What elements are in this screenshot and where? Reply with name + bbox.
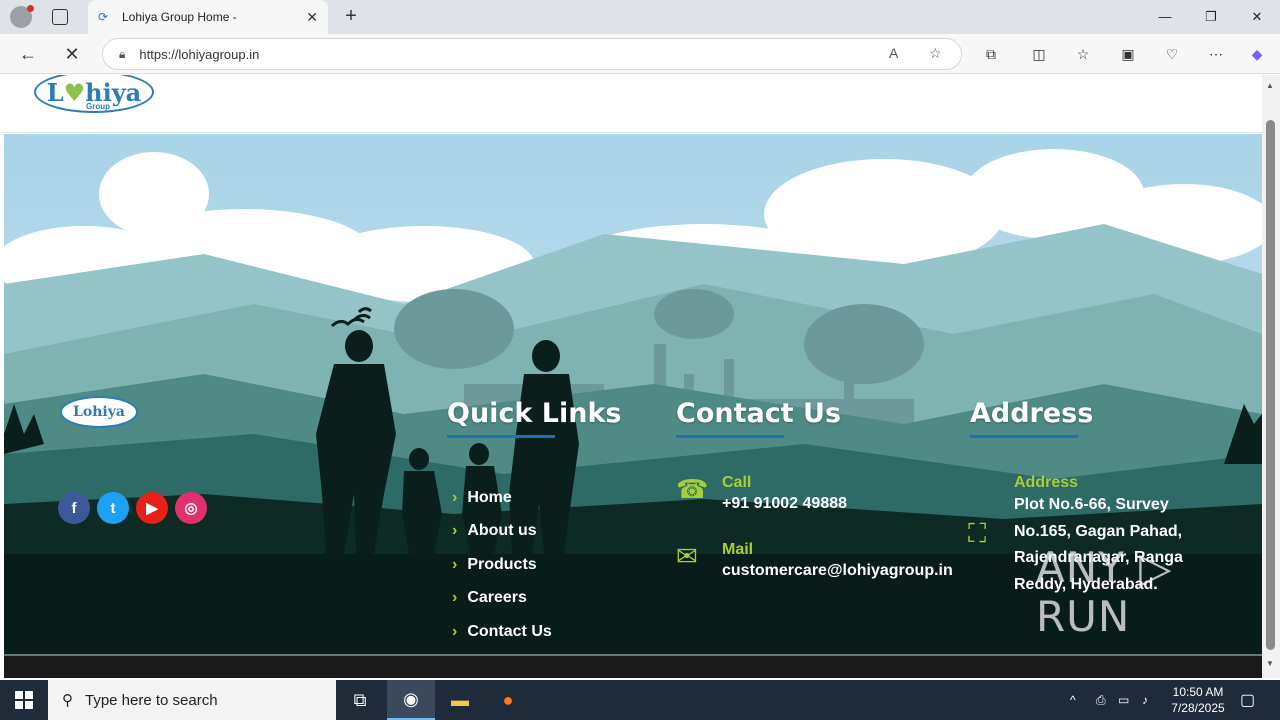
- address-title: Address: [970, 398, 1094, 438]
- quick-link-products[interactable]: › Products: [452, 548, 552, 582]
- scroll-down-icon[interactable]: ▼: [1266, 659, 1274, 668]
- profile-icon[interactable]: [10, 5, 34, 28]
- address-bar-row: ← ✕ 🔒︎ https://lohiyagroup.in A ☆ ⧉ ◫ ☆ …: [0, 34, 1280, 74]
- url-field[interactable]: 🔒︎ https://lohiyagroup.in A ☆: [102, 38, 962, 70]
- search-icon: ⚲: [62, 692, 73, 709]
- read-aloud-icon[interactable]: A: [889, 45, 898, 61]
- call-value[interactable]: +91 91002 49888: [722, 492, 847, 516]
- quick-link-label: Careers: [467, 589, 527, 607]
- start-button[interactable]: [0, 680, 48, 720]
- clock-date: 7/28/2025: [1171, 701, 1225, 715]
- social-links: f t ▶ ◎: [58, 492, 207, 524]
- footer-logo[interactable]: Lohiya: [60, 396, 138, 428]
- browser-essentials-icon[interactable]: ♡: [1162, 44, 1182, 64]
- file-explorer-icon[interactable]: ▬: [436, 680, 484, 720]
- footer-logo-text: Lohiya: [73, 404, 125, 420]
- volume-icon[interactable]: ♪: [1142, 680, 1148, 720]
- call-label: Call: [722, 474, 752, 491]
- quick-link-label: Home: [467, 488, 512, 506]
- browser-tab[interactable]: ⟳ Lohiya Group Home - ✕: [88, 0, 328, 34]
- close-window-icon[interactable]: ✕: [1234, 0, 1280, 34]
- twitter-icon[interactable]: t: [97, 492, 129, 524]
- clock-time: 10:50 AM: [1172, 685, 1224, 699]
- quick-links-title: Quick Links: [447, 398, 622, 438]
- quick-link-home[interactable]: › Home: [452, 481, 552, 515]
- quick-link-label: About us: [467, 522, 537, 540]
- chevron-right-icon: ›: [452, 488, 458, 506]
- network-device-icon[interactable]: ⎙: [1096, 680, 1106, 720]
- mail-label: Mail: [722, 541, 754, 558]
- edge-browser-icon[interactable]: ◉: [387, 680, 435, 720]
- extensions-icon[interactable]: ⧉: [981, 44, 1001, 64]
- windows-taskbar: ⚲ Type here to search ⧉ ◉ ▬ ● ^ ⎙ ▭ ♪ 10…: [0, 680, 1280, 720]
- search-placeholder: Type here to search: [85, 691, 218, 709]
- chevron-right-icon: ›: [452, 522, 458, 540]
- quick-link-contact[interactable]: › Contact Us: [452, 615, 552, 649]
- collections-icon[interactable]: ▣: [1118, 44, 1138, 64]
- quick-links-list: › Home › About us › Products › Careers › Cont…: [452, 481, 552, 649]
- loading-icon: ⟳: [98, 10, 109, 24]
- copilot-icon[interactable]: ◆: [1247, 44, 1267, 64]
- tray-chevron-icon[interactable]: ^: [1070, 680, 1076, 720]
- chevron-right-icon: ›: [452, 622, 458, 640]
- firefox-icon[interactable]: ●: [484, 680, 532, 720]
- taskbar-search[interactable]: ⚲ Type here to search: [48, 680, 336, 720]
- mail-value[interactable]: customercare@lohiyagroup.in: [722, 559, 953, 583]
- stop-loading-icon[interactable]: ✕: [60, 42, 84, 66]
- envelope-icon: ✉: [676, 541, 698, 571]
- split-screen-icon[interactable]: ◫: [1029, 44, 1049, 64]
- minimize-icon[interactable]: —: [1142, 0, 1188, 34]
- task-view-icon[interactable]: ⧉: [336, 680, 384, 720]
- favorites-icon[interactable]: ☆: [1073, 44, 1093, 64]
- tab-title: Lohiya Group Home -: [122, 10, 237, 24]
- youtube-icon[interactable]: ▶: [136, 492, 168, 524]
- favorite-star-icon[interactable]: ☆: [929, 45, 942, 62]
- close-tab-icon[interactable]: ✕: [306, 9, 318, 26]
- phone-icon: ☎: [676, 474, 709, 504]
- notifications-icon[interactable]: ▢: [1240, 680, 1255, 720]
- quick-link-careers[interactable]: › Careers: [452, 582, 552, 616]
- browser-tab-bar: ⟳ Lohiya Group Home - ✕ + — ❐ ✕: [0, 0, 1280, 34]
- quick-link-label: Products: [467, 555, 537, 573]
- facebook-icon[interactable]: f: [58, 492, 90, 524]
- site-header: L ♥ hiya Group: [4, 75, 1262, 133]
- restore-icon[interactable]: ❐: [1188, 0, 1234, 34]
- watermark: ANY ▷ RUN: [1036, 543, 1173, 641]
- more-menu-icon[interactable]: ⋯: [1206, 44, 1226, 64]
- contact-us-title: Contact Us: [676, 398, 842, 438]
- network-icon[interactable]: ▭: [1118, 680, 1129, 720]
- instagram-icon[interactable]: ◎: [175, 492, 207, 524]
- clock[interactable]: 10:50 AM 7/28/2025: [1160, 684, 1236, 716]
- contact-mail: ✉ Mail customercare@lohiyagroup.in: [676, 541, 953, 583]
- lock-icon[interactable]: 🔒︎: [119, 47, 125, 62]
- windows-logo-icon: [15, 691, 33, 709]
- site-logo[interactable]: L ♥ hiya Group: [34, 75, 154, 113]
- logo-subtext: Group: [86, 102, 110, 111]
- map-marker-icon: ⛶: [968, 518, 987, 548]
- back-icon[interactable]: ←: [16, 42, 40, 66]
- tab-actions-icon[interactable]: [52, 9, 68, 25]
- new-tab-button[interactable]: +: [340, 5, 362, 27]
- quick-link-label: Contact Us: [467, 622, 552, 640]
- contact-call: ☎ Call +91 91002 49888: [676, 474, 847, 516]
- address-label: Address: [1014, 474, 1079, 491]
- logo-letter: L: [46, 77, 64, 107]
- url-text: https://lohiyagroup.in: [139, 46, 260, 62]
- scroll-up-icon[interactable]: ▲: [1266, 81, 1274, 90]
- chevron-right-icon: ›: [452, 555, 458, 573]
- chevron-right-icon: ›: [452, 589, 458, 607]
- quick-link-about[interactable]: › About us: [452, 515, 552, 549]
- logo-heart-icon: ♥: [63, 77, 86, 107]
